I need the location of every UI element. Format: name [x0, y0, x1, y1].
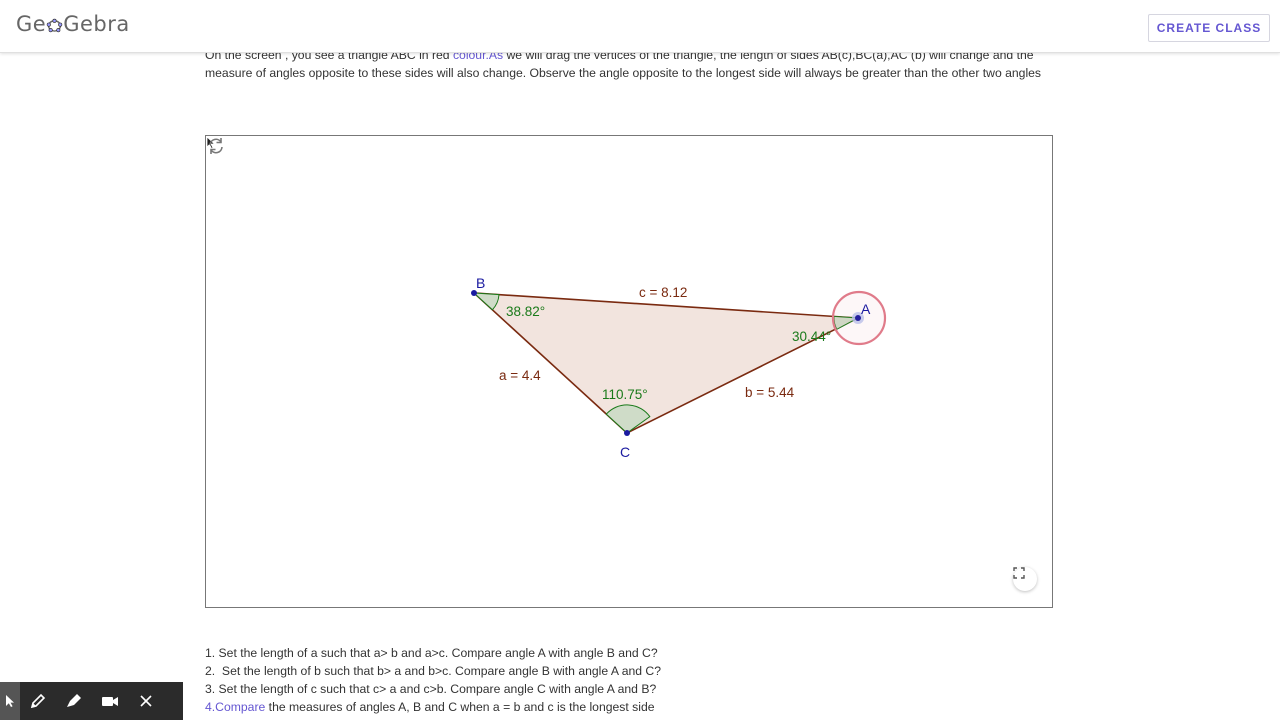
fullscreen-button[interactable]: [1013, 567, 1037, 591]
task-item: 4.Compare the measures of angles A, B an…: [205, 698, 905, 716]
logo-o-icon: [46, 18, 63, 32]
fullscreen-icon: [1013, 567, 1025, 579]
video-icon: [102, 697, 118, 706]
logo-text-end: Gebra: [63, 12, 130, 36]
pen-icon: [30, 693, 46, 709]
vertex-b-label: B: [476, 275, 485, 291]
task-item: 2. Set the length of b such that b> a an…: [205, 662, 905, 680]
pointer-icon: [6, 695, 14, 707]
close-tool[interactable]: [128, 682, 164, 720]
logo-text-start: Ge: [16, 12, 47, 36]
side-c-label: c = 8.12: [639, 285, 687, 300]
pointer-tool[interactable]: [0, 682, 20, 720]
task-item: 1. Set the length of a such that a> b an…: [205, 644, 905, 662]
task-item: 3. Set the length of c such that c> a an…: [205, 680, 905, 698]
highlighter-icon: [67, 694, 81, 707]
geometry-canvas[interactable]: B C A c = 8.12 a = 4.4 b = 5.44 38.82° 1…: [206, 136, 1052, 607]
create-class-button[interactable]: CREATE CLASS: [1148, 14, 1270, 42]
vertex-c-point[interactable]: [624, 430, 630, 436]
angle-c-label: 110.75°: [602, 387, 648, 402]
close-icon: [140, 695, 152, 707]
video-tool[interactable]: [92, 682, 128, 720]
highlighter-tool[interactable]: [56, 682, 92, 720]
geogebra-applet[interactable]: B C A c = 8.12 a = 4.4 b = 5.44 38.82° 1…: [205, 135, 1053, 608]
geogebra-logo[interactable]: Ge Gebra: [16, 12, 130, 36]
task-list: 1. Set the length of a such that a> b an…: [205, 644, 905, 716]
task-text: 2. Set the length of b such that b> a an…: [205, 664, 661, 678]
side-b-label: b = 5.44: [745, 385, 795, 400]
drag-highlight-ring: [831, 290, 887, 346]
angle-b-label: 38.82°: [506, 304, 545, 319]
pen-tool[interactable]: [20, 682, 56, 720]
task-text: the measures of angles A, B and C when a…: [265, 700, 655, 714]
vertex-c-label: C: [620, 444, 630, 460]
task-text: 1. Set the length of a such that a> b an…: [205, 646, 658, 660]
annotation-toolbar: [0, 682, 183, 720]
task-text: 3. Set the length of c such that c> a an…: [205, 682, 657, 696]
reset-icon[interactable]: [206, 136, 226, 156]
angle-a-label: 30.44°: [792, 329, 831, 344]
vertex-a-label: A: [861, 301, 871, 317]
side-a-label: a = 4.4: [499, 368, 541, 383]
top-header: Ge Gebra CREATE CLASS: [0, 0, 1280, 53]
task-link[interactable]: 4.Compare: [205, 700, 265, 714]
